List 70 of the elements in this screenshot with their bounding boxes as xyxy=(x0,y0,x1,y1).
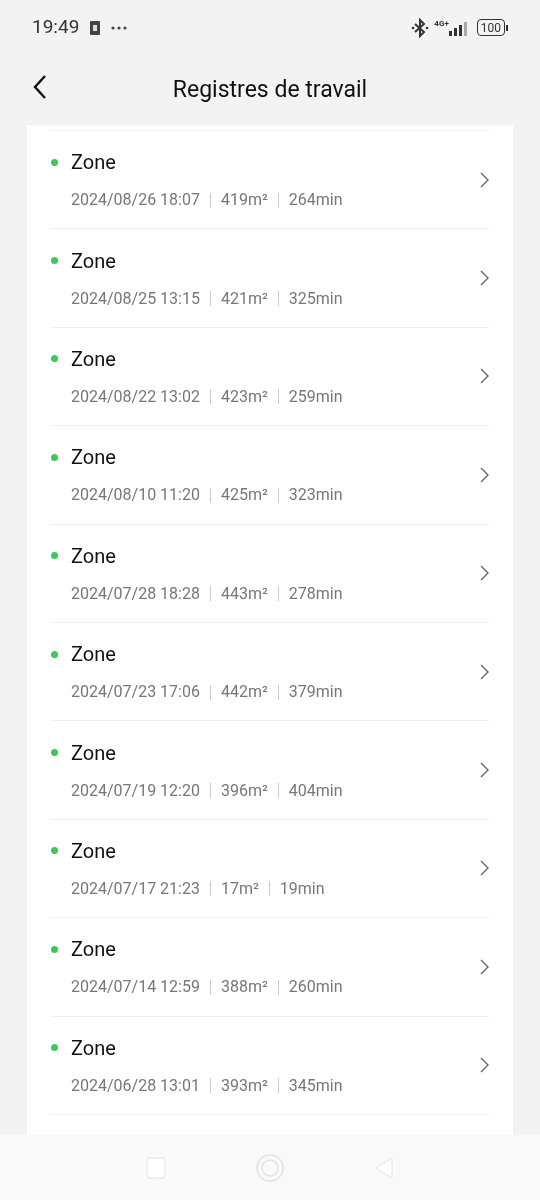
chevron-right-icon xyxy=(480,860,489,877)
recent-apps-icon[interactable] xyxy=(146,1156,166,1179)
record-date: 2024/08/25 13:15 xyxy=(71,287,200,310)
back-nav-icon[interactable] xyxy=(374,1155,394,1180)
chevron-right-icon xyxy=(480,958,489,975)
chevron-right-icon xyxy=(480,663,489,680)
record-item[interactable]: Zone 2024/07/28 18:28 443m² 278min xyxy=(51,524,489,623)
record-duration: 260min xyxy=(288,976,343,999)
record-item[interactable]: Zone 2024/08/26 18:07 419m² 264min xyxy=(51,131,489,230)
record-duration: 259min xyxy=(288,385,343,408)
record-name: Zone xyxy=(71,149,116,177)
record-area: 396m² xyxy=(220,778,268,803)
record-item[interactable]: Zone 2024/08/22 13:02 423m² 259min xyxy=(51,327,489,427)
record-date: 2024/06/28 13:01 xyxy=(71,1074,200,1097)
chevron-right-icon xyxy=(480,270,489,287)
record-item[interactable]: Zone 2024/07/14 12:59 388m² 260min xyxy=(51,918,489,1017)
record-date: 2024/07/14 12:59 xyxy=(71,976,200,999)
chevron-right-icon xyxy=(480,1057,489,1074)
record-duration: 325min xyxy=(288,287,343,310)
record-duration: 323min xyxy=(288,484,343,507)
sim-card-icon xyxy=(90,20,101,35)
record-name: Zone xyxy=(71,247,116,275)
record-date: 2024/08/26 18:07 xyxy=(71,189,200,212)
back-icon xyxy=(32,74,48,100)
record-area: 425m² xyxy=(220,483,268,508)
record-item[interactable]: Zone 2024/08/10 11:20 425m² 323min xyxy=(51,426,489,525)
record-area: 423m² xyxy=(220,384,268,409)
status-time: 19:49 xyxy=(32,14,80,41)
record-date: 2024/07/17 21:23 xyxy=(71,877,200,900)
record-duration: 345min xyxy=(288,1074,343,1097)
record-duration: 379min xyxy=(288,681,343,704)
record-item[interactable]: Zone 2024/07/19 12:20 396m² 404min xyxy=(51,721,489,820)
record-name: Zone xyxy=(71,739,116,767)
record-date: 2024/07/23 17:06 xyxy=(71,681,200,704)
record-duration: 404min xyxy=(288,779,343,802)
record-date: 2024/07/28 18:28 xyxy=(71,582,200,605)
record-area: 388m² xyxy=(220,975,268,1000)
battery-level: 100 xyxy=(480,21,501,34)
record-name: Zone xyxy=(71,1034,116,1062)
record-date: 2024/08/10 11:20 xyxy=(71,484,200,507)
record-date: 2024/07/19 12:20 xyxy=(71,779,200,802)
record-duration: 264min xyxy=(288,189,343,212)
record-area: 393m² xyxy=(220,1073,268,1098)
record-date: 2024/08/22 13:02 xyxy=(71,385,200,408)
record-area: 443m² xyxy=(220,581,268,606)
record-area: 17m² xyxy=(220,876,259,901)
record-name: Zone xyxy=(71,542,116,570)
record-item[interactable]: Zone 2024/06/28 13:01 393m² 345min xyxy=(51,1016,489,1115)
record-name: Zone xyxy=(71,641,116,669)
record-area: 442m² xyxy=(220,680,268,705)
record-item[interactable]: Zone 2024/07/23 17:06 442m² 379min xyxy=(51,622,489,722)
chevron-right-icon xyxy=(480,368,489,385)
chevron-right-icon xyxy=(480,466,489,483)
bluetooth-icon xyxy=(410,17,431,38)
network-label: 4G+ xyxy=(434,19,449,28)
record-duration: 19min xyxy=(279,877,325,900)
record-item[interactable]: Zone 2024/07/17 21:23 17m² 19min xyxy=(51,819,489,919)
record-name: Zone xyxy=(71,444,116,472)
record-area: 419m² xyxy=(220,188,268,213)
record-name: Zone xyxy=(71,837,116,865)
chevron-right-icon xyxy=(480,762,489,779)
more-icon xyxy=(111,25,128,30)
record-area: 421m² xyxy=(220,286,268,311)
record-item[interactable]: Zone 2024/08/25 13:15 421m² 325min xyxy=(51,229,489,328)
page-title: Registres de travail xyxy=(172,74,368,105)
record-name: Zone xyxy=(71,936,116,964)
chevron-right-icon xyxy=(480,565,489,582)
chevron-right-icon xyxy=(480,171,489,188)
record-name: Zone xyxy=(71,345,116,373)
record-duration: 278min xyxy=(288,582,343,605)
